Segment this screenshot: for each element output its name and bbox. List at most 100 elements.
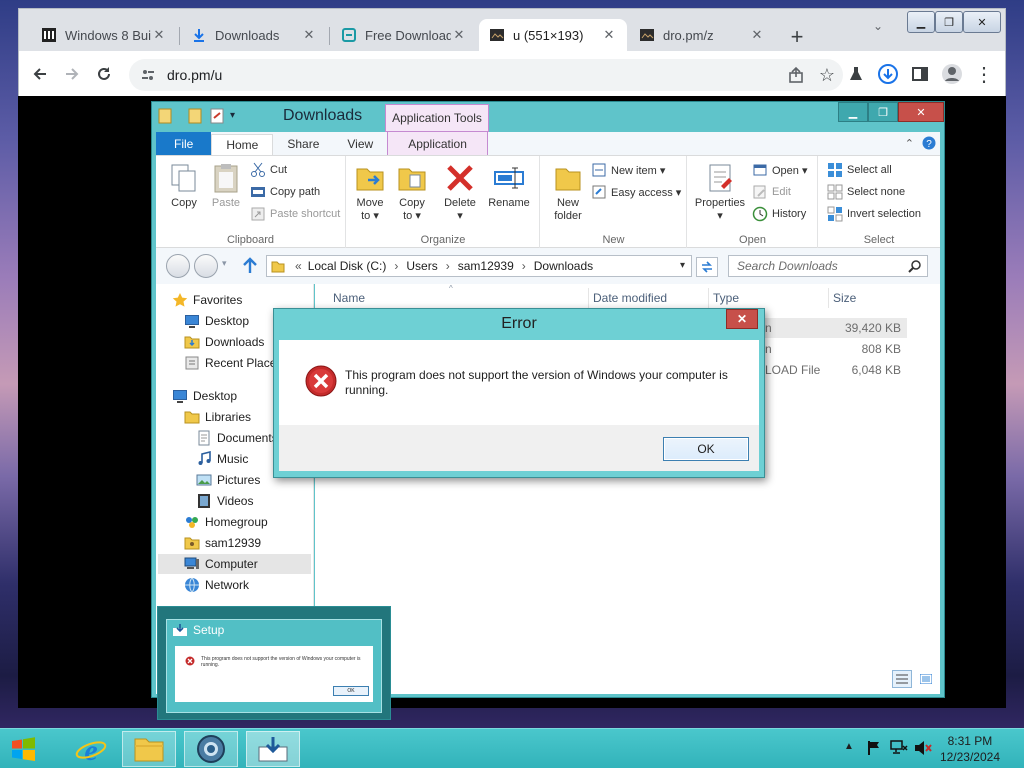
edit-button[interactable]: Edit: [752, 182, 791, 202]
error-dialog-close-button[interactable]: ✕: [726, 309, 758, 329]
search-icon[interactable]: [908, 260, 921, 273]
new-folder-button[interactable]: New folder: [545, 162, 591, 223]
up-arrow-icon[interactable]: [242, 257, 258, 275]
tab-share[interactable]: Share: [273, 132, 333, 155]
explorer-maximize-button[interactable]: ❐: [868, 102, 898, 122]
browser-tab-1[interactable]: Windows 8 Buil ✕: [31, 19, 177, 51]
network-status-icon[interactable]: [890, 740, 908, 756]
recent-locations-dropdown-icon[interactable]: ▾: [222, 258, 227, 269]
taskbar-thumbnail-preview[interactable]: Setup This program does not support the …: [157, 606, 391, 720]
setup-taskbar-button[interactable]: [246, 731, 300, 767]
download-status-icon[interactable]: [875, 61, 901, 87]
new-tab-button[interactable]: +: [783, 23, 811, 51]
invert-selection-button[interactable]: Invert selection: [827, 204, 921, 224]
quick-access-undo-icon[interactable]: [210, 108, 224, 124]
forward-button[interactable]: [194, 254, 218, 278]
profile-avatar-icon[interactable]: [939, 61, 965, 87]
restore-button[interactable]: ❐: [935, 11, 963, 33]
copy-path-button[interactable]: Copy path: [250, 182, 320, 202]
tab-close-icon[interactable]: ✕: [601, 27, 617, 43]
cut-button[interactable]: Cut: [250, 160, 287, 180]
browser-tab-5[interactable]: dro.pm/z ✕: [629, 19, 775, 51]
refresh-icon[interactable]: [696, 257, 718, 277]
explorer-minimize-button[interactable]: ▁: [838, 102, 868, 122]
column-header-size[interactable]: Size: [829, 288, 907, 308]
tab-home[interactable]: Home: [211, 134, 274, 155]
chrome-app-taskbar-button[interactable]: [184, 731, 238, 767]
close-button[interactable]: ✕: [963, 11, 1001, 33]
address-bar[interactable]: dro.pm/u ☆: [129, 59, 843, 91]
bookmark-star-icon[interactable]: ☆: [819, 65, 835, 86]
internet-explorer-taskbar-button[interactable]: e: [64, 731, 118, 767]
properties-button[interactable]: Properties ▾: [692, 162, 748, 223]
tab-close-icon[interactable]: ✕: [151, 27, 167, 43]
tab-search-chevron-icon[interactable]: ⌄: [873, 19, 883, 33]
large-icons-view-icon[interactable]: [916, 670, 936, 688]
explorer-close-button[interactable]: ✕: [898, 102, 944, 122]
volume-muted-icon[interactable]: [914, 740, 932, 756]
column-header-name[interactable]: Name: [329, 288, 589, 308]
tab-close-icon[interactable]: ✕: [451, 27, 467, 43]
file-explorer-taskbar-button[interactable]: [122, 731, 176, 767]
help-icon[interactable]: ?: [922, 136, 936, 150]
tab-view[interactable]: View: [333, 132, 387, 155]
quick-access-folder-icon[interactable]: [188, 108, 202, 124]
address-overflow[interactable]: «: [295, 259, 302, 273]
site-info-icon[interactable]: [141, 68, 155, 82]
ribbon-collapse-icon[interactable]: ⌃: [905, 137, 914, 150]
paste-button[interactable]: Paste: [206, 162, 246, 210]
browser-tab-4-active[interactable]: u (551×193) ✕: [479, 19, 627, 51]
history-button[interactable]: History: [752, 204, 806, 224]
quick-access-dropdown-icon[interactable]: ▾: [230, 110, 235, 121]
back-arrow-icon[interactable]: [27, 61, 53, 87]
breadcrumb-local-disk[interactable]: Local Disk (C:): [308, 259, 387, 273]
system-clock[interactable]: 8:31 PM 12/23/2024: [940, 733, 1000, 765]
column-header-type[interactable]: Type: [709, 288, 829, 308]
search-input[interactable]: Search Downloads: [728, 255, 928, 277]
details-view-icon[interactable]: [892, 670, 912, 688]
breadcrumb-user[interactable]: sam12939: [458, 259, 514, 273]
forward-arrow-icon[interactable]: [59, 61, 85, 87]
paste-shortcut-button[interactable]: Paste shortcut: [250, 204, 340, 224]
select-all-button[interactable]: Select all: [827, 160, 892, 180]
tab-application[interactable]: Application: [387, 132, 488, 155]
labs-flask-icon[interactable]: [843, 61, 869, 87]
action-center-flag-icon[interactable]: [866, 740, 882, 756]
delete-button[interactable]: Delete ▾: [439, 162, 481, 223]
share-icon[interactable]: [787, 66, 805, 84]
setup-preview-title: Setup: [173, 623, 224, 637]
minimize-button[interactable]: ▁: [907, 11, 935, 33]
address-dropdown-icon[interactable]: ▾: [680, 260, 685, 271]
nav-item-sam12939[interactable]: sam12939: [184, 533, 311, 553]
nav-item-homegroup[interactable]: Homegroup: [184, 512, 311, 532]
easy-access-button[interactable]: Easy access ▾: [591, 182, 681, 202]
start-button[interactable]: [0, 731, 48, 767]
nav-item-favorites[interactable]: Favorites: [172, 290, 311, 310]
show-hidden-icons-icon[interactable]: ▲: [844, 741, 854, 752]
nav-item-network[interactable]: Network: [184, 575, 311, 595]
browser-tab-3[interactable]: Free Download ✕: [331, 19, 477, 51]
side-panel-icon[interactable]: [907, 61, 933, 87]
tab-close-icon[interactable]: ✕: [749, 27, 765, 43]
quick-access-properties-icon[interactable]: [158, 108, 172, 124]
rename-button[interactable]: Rename: [485, 162, 533, 210]
nav-item-computer[interactable]: Computer: [158, 554, 311, 574]
breadcrumb-downloads[interactable]: Downloads: [534, 259, 593, 273]
open-button[interactable]: Open ▾: [752, 160, 808, 180]
select-none-button[interactable]: Select none: [827, 182, 905, 202]
reload-icon[interactable]: [91, 61, 117, 87]
tab-close-icon[interactable]: ✕: [301, 27, 317, 43]
browser-tab-2[interactable]: Downloads ✕: [181, 19, 327, 51]
back-button[interactable]: [166, 254, 190, 278]
new-item-button[interactable]: New item ▾: [591, 160, 665, 180]
ok-button[interactable]: OK: [663, 437, 749, 461]
tab-file[interactable]: File: [156, 132, 212, 155]
menu-kebab-icon[interactable]: ⋮: [971, 61, 997, 87]
move-to-button[interactable]: Move to ▾: [351, 162, 389, 223]
address-field[interactable]: « Local Disk (C:) › Users › sam12939 › D…: [266, 255, 692, 277]
copy-button[interactable]: Copy: [164, 162, 204, 210]
nav-item-videos[interactable]: Videos: [196, 491, 311, 511]
column-header-date[interactable]: Date modified: [589, 288, 709, 308]
breadcrumb-users[interactable]: Users: [406, 259, 437, 273]
copy-to-button[interactable]: Copy to ▾: [393, 162, 431, 223]
